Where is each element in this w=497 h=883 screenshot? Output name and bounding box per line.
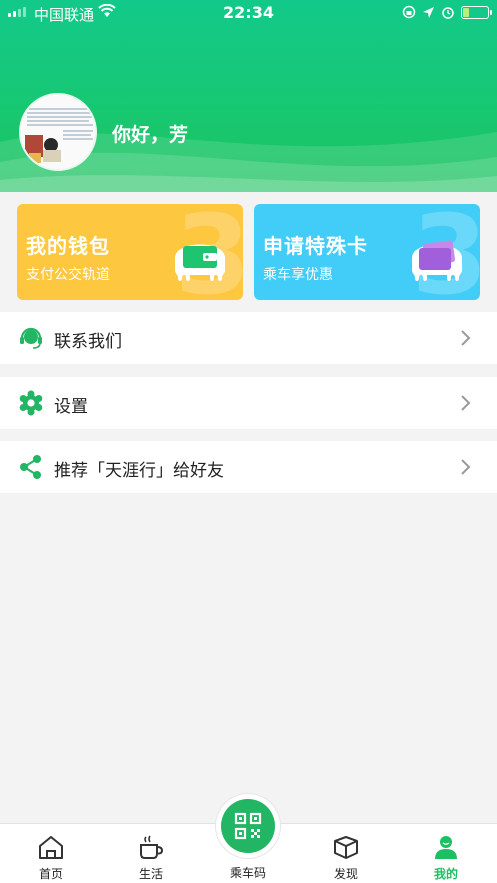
ride-code-label: 乘车码 xyxy=(229,866,266,880)
chevron-right-icon xyxy=(461,459,471,475)
tab-home[interactable]: 首页 xyxy=(11,824,91,883)
tab-label: 生活 xyxy=(138,867,163,881)
tab-discover[interactable]: 发现 xyxy=(306,824,386,883)
tab-life[interactable]: 生活 xyxy=(111,824,191,883)
orientation-lock-icon xyxy=(402,5,416,19)
menu-label: 设置 xyxy=(54,397,88,417)
coffee-cup-icon xyxy=(140,835,164,859)
chevron-right-icon xyxy=(461,330,471,346)
special-card-card[interactable]: 3 申请特殊卡 乘车享优惠 xyxy=(254,204,480,300)
tab-label: 首页 xyxy=(38,867,63,881)
wallet-icon xyxy=(175,244,225,281)
gear-icon xyxy=(19,390,43,416)
qr-code-icon xyxy=(234,812,262,840)
menu-item-contact-us[interactable]: 联系我们 xyxy=(0,312,497,364)
menu-item-recommend[interactable]: 推荐「天涯行」给好友 xyxy=(0,441,497,493)
tab-label: 我的 xyxy=(433,867,458,881)
special-card-title: 申请特殊卡 xyxy=(263,234,368,258)
menu-label: 推荐「天涯行」给好友 xyxy=(54,461,224,481)
menu-label: 联系我们 xyxy=(54,332,122,352)
share-icon xyxy=(20,455,41,479)
cards-icon xyxy=(412,240,462,281)
status-bar: 中国联通 22:34 xyxy=(0,0,497,26)
tab-label: 发现 xyxy=(333,867,358,881)
special-card-subtitle: 乘车享优惠 xyxy=(263,267,333,283)
profile-header: 中国联通 22:34 你好，芳 xyxy=(0,0,497,192)
battery-icon xyxy=(461,5,492,19)
chevron-right-icon xyxy=(461,395,471,411)
alarm-icon xyxy=(442,7,454,19)
wallet-title: 我的钱包 xyxy=(26,234,110,258)
menu-item-settings[interactable]: 设置 xyxy=(0,377,497,429)
tab-mine[interactable]: 我的 xyxy=(406,824,486,883)
greeting-text: 你好，芳 xyxy=(112,124,189,146)
discover-icon xyxy=(334,836,358,859)
ride-code-button[interactable] xyxy=(216,794,280,858)
home-icon xyxy=(39,836,63,859)
location-icon xyxy=(423,6,434,18)
headset-icon xyxy=(20,327,42,349)
wallet-card[interactable]: 3 我的钱包 支付公交轨道 xyxy=(17,204,243,300)
user-icon xyxy=(435,836,457,859)
avatar[interactable] xyxy=(19,93,97,171)
wallet-subtitle: 支付公交轨道 xyxy=(26,267,110,283)
